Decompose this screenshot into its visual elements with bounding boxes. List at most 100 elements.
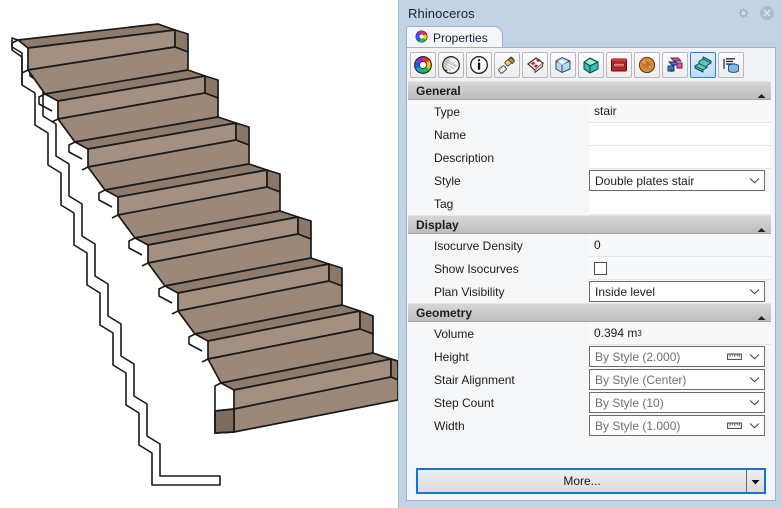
tab-properties[interactable]: Properties — [406, 26, 503, 48]
property-row-height: Height By Style (2.000) — [408, 345, 774, 368]
panel-titlebar: Rhinoceros — [399, 0, 782, 26]
section-title: Geometry — [416, 305, 473, 320]
property-label: Description — [434, 150, 495, 165]
tab-strip: Properties — [406, 26, 776, 48]
section-header-geometry[interactable]: Geometry — [408, 303, 774, 322]
material-icon[interactable] — [494, 51, 520, 78]
panel-scroll-gutter[interactable] — [771, 81, 775, 466]
height-value: By Style (2.000) — [595, 349, 681, 364]
section-title: General — [416, 83, 461, 98]
chevron-down-icon — [744, 416, 764, 435]
property-label: Stair Alignment — [434, 372, 515, 387]
property-label: Width — [434, 418, 465, 433]
property-row-style: Style Double plates stair — [408, 169, 774, 192]
chevron-down-icon — [744, 171, 764, 190]
property-value-type: stair — [589, 100, 774, 123]
property-list: General Type stair Name Description Styl… — [408, 81, 774, 466]
gear-icon[interactable] — [734, 4, 752, 22]
style-dropdown[interactable]: Double plates stair — [589, 170, 765, 191]
property-row-stair-alignment: Stair Alignment By Style (Center) — [408, 368, 774, 391]
property-label: Plan Visibility — [434, 284, 505, 299]
texture-mapping-icon[interactable] — [522, 51, 548, 78]
app-root: Rhinoceros Properties General Type stair… — [0, 0, 782, 508]
height-dropdown[interactable]: By Style (2.000) — [589, 346, 765, 367]
property-row-volume: Volume 0.394 m3 — [408, 322, 774, 345]
property-label: Show Isocurves — [434, 261, 519, 276]
viewport-3d[interactable] — [0, 0, 398, 508]
chevron-down-icon — [744, 282, 764, 301]
tag-field[interactable] — [589, 192, 774, 215]
render-mesh-icon[interactable] — [438, 51, 464, 78]
property-row-show-isocurves: Show Isocurves — [408, 257, 774, 280]
description-field[interactable] — [589, 146, 774, 169]
chevron-down-icon — [744, 393, 764, 412]
property-value: By Style (Center) — [589, 368, 774, 391]
panel-body: General Type stair Name Description Styl… — [406, 47, 776, 501]
property-row-width: Width By Style (1.000) — [408, 414, 774, 437]
object-properties-icon[interactable] — [410, 51, 436, 78]
titlebar-buttons — [734, 4, 776, 22]
stair-3d-model — [0, 0, 398, 508]
plan-visibility-dropdown[interactable]: Inside level — [589, 281, 765, 302]
section-header-general[interactable]: General — [408, 81, 774, 100]
section-header-display[interactable]: Display — [408, 215, 774, 234]
color-wheel-icon — [415, 30, 428, 46]
tab-label: Properties — [433, 30, 488, 45]
name-field[interactable] — [589, 123, 774, 146]
chevron-up-icon[interactable] — [757, 88, 766, 98]
show-isocurves-checkbox[interactable] — [594, 261, 607, 275]
linked-blocks-icon[interactable] — [662, 51, 688, 78]
volume-value: 0.394 m — [594, 326, 638, 340]
property-row-step-count: Step Count By Style (10) — [408, 391, 774, 414]
display-mode-icon[interactable] — [550, 51, 576, 78]
property-label: Volume — [434, 326, 475, 341]
environment-icon[interactable] — [634, 51, 660, 78]
width-value: By Style (1.000) — [595, 418, 681, 433]
object-icon[interactable] — [578, 51, 604, 78]
isocurve-density-field[interactable]: 0 — [589, 234, 774, 257]
property-label: Step Count — [434, 395, 495, 410]
property-value — [589, 257, 774, 280]
property-label: Type — [434, 104, 461, 119]
properties-icon-toolbar — [407, 48, 775, 81]
property-value: By Style (1.000) — [589, 414, 774, 437]
chevron-up-icon[interactable] — [757, 310, 766, 320]
print-width-icon[interactable] — [606, 51, 632, 78]
property-label: Name — [434, 127, 467, 142]
section-title: Display — [416, 217, 459, 232]
property-row-tag: Tag — [408, 192, 774, 215]
step-count-value: By Style (10) — [595, 395, 664, 410]
stair-alignment-dropdown[interactable]: By Style (Center) — [589, 369, 765, 390]
properties-panel: Rhinoceros Properties General Type stair… — [398, 0, 782, 508]
more-button-focus-ring: More... — [416, 468, 766, 494]
property-value: By Style (2.000) — [589, 345, 774, 368]
property-value: By Style (10) — [589, 391, 774, 414]
property-label: Isocurve Density — [434, 238, 523, 253]
property-label: Height — [434, 349, 469, 364]
step-count-dropdown[interactable]: By Style (10) — [589, 392, 765, 413]
chevron-down-icon — [744, 347, 764, 366]
property-label: Tag — [434, 196, 454, 211]
width-dropdown[interactable]: By Style (1.000) — [589, 415, 765, 436]
database-list-icon[interactable] — [718, 51, 744, 78]
caret-down-icon — [751, 474, 760, 488]
ruler-icon[interactable] — [724, 416, 744, 435]
chevron-up-icon[interactable] — [757, 222, 766, 232]
property-value-volume: 0.394 m3 — [589, 322, 774, 345]
close-icon[interactable] — [758, 4, 776, 22]
window-title: Rhinoceros — [408, 5, 475, 21]
property-row-plan-visibility: Plan Visibility Inside level — [408, 280, 774, 303]
property-row-name: Name — [408, 123, 774, 146]
stair-icon[interactable] — [690, 51, 716, 78]
more-button[interactable]: More... — [418, 470, 746, 492]
property-value: Double plates stair — [589, 169, 774, 192]
property-row-description: Description — [408, 146, 774, 169]
property-row-type: Type stair — [408, 100, 774, 123]
more-dropdown-button[interactable] — [746, 470, 764, 492]
details-info-icon[interactable] — [466, 51, 492, 78]
property-label: Style — [434, 173, 461, 188]
panel-footer: More... — [408, 463, 774, 499]
volume-unit-exponent: 3 — [637, 328, 642, 338]
ruler-icon[interactable] — [724, 347, 744, 366]
plan-visibility-value: Inside level — [595, 284, 656, 299]
